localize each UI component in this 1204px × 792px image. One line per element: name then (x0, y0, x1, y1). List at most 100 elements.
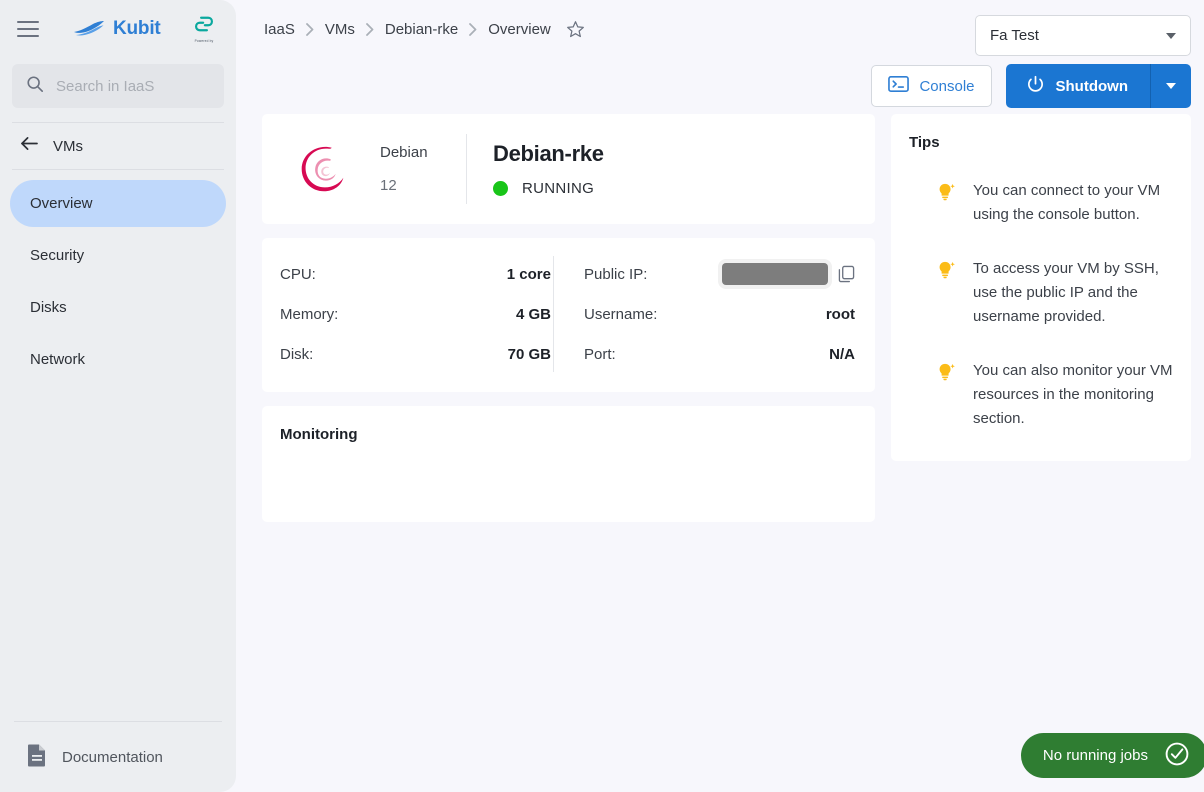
sidebar-item-disks[interactable]: Disks (10, 284, 226, 331)
lightbulb-icon (935, 179, 957, 227)
tips-title: Tips (909, 134, 940, 151)
monitoring-title: Monitoring (280, 426, 358, 443)
breadcrumb-item-overview[interactable]: Overview (488, 21, 551, 38)
chevron-down-icon (1166, 83, 1176, 89)
status-badge: RUNNING (493, 180, 604, 197)
partner-s-logo: Powered by (194, 14, 214, 43)
sidebar-footer: Documentation (0, 721, 236, 792)
spec-value: 70 GB (507, 345, 551, 363)
tip-item: To access your VM by SSH, use the public… (909, 257, 1173, 329)
spec-row-cpu: CPU: 1 core (280, 254, 553, 294)
sidebar-item-label: Security (30, 247, 85, 264)
action-bar: Console Shutdown (262, 58, 1191, 114)
check-circle-icon (1164, 741, 1190, 771)
spec-row-public-ip: Public IP: (584, 254, 857, 294)
chevron-right-icon (365, 22, 374, 36)
status-dot-icon (493, 181, 508, 196)
brand-name: Kubit (113, 18, 161, 39)
breadcrumb-item-vms[interactable]: VMs (325, 21, 355, 38)
search-input[interactable]: Search in IaaS (12, 64, 224, 108)
app-root: Kubit Powered by Search in IaaS VMs Over… (0, 0, 1204, 792)
right-column: Tips You can connect to your VM using th… (891, 114, 1191, 461)
search-icon (26, 75, 44, 98)
lightbulb-icon (935, 359, 957, 431)
search-placeholder: Search in IaaS (56, 77, 155, 95)
specs-column-left: CPU: 1 core Memory: 4 GB Disk: 70 GB (280, 254, 553, 374)
distro-version: 12 (380, 177, 397, 194)
tip-text: You can also monitor your VM resources i… (973, 362, 1173, 427)
terminal-icon (888, 75, 910, 97)
spec-value: 1 core (506, 265, 551, 283)
debian-swirl-logo (280, 138, 366, 200)
status-label: RUNNING (522, 180, 595, 197)
document-icon (26, 743, 48, 772)
tip-item: You can also monitor your VM resources i… (909, 359, 1173, 431)
spec-row-disk: Disk: 70 GB (280, 334, 553, 374)
breadcrumb-item-debian-rke[interactable]: Debian-rke (385, 21, 458, 38)
spec-key: Port: (584, 345, 616, 363)
documentation-link[interactable]: Documentation (0, 722, 236, 792)
tip-item: You can connect to your VM using the con… (909, 179, 1173, 227)
public-ip-redacted (722, 263, 828, 285)
sidebar-item-security[interactable]: Security (10, 232, 226, 279)
main-content: IaaS VMs Debian-rke Overview Fa Test Con… (236, 0, 1204, 792)
shutdown-dropdown-button[interactable] (1150, 64, 1191, 108)
sidebar: Kubit Powered by Search in IaaS VMs Over… (0, 0, 236, 792)
breadcrumb-item-iaas[interactable]: IaaS (264, 21, 295, 38)
specs-column-right: Public IP: Username: root Port: N/A (554, 254, 857, 374)
shutdown-button[interactable]: Shutdown (1005, 64, 1150, 108)
sidebar-item-label: Disks (30, 299, 67, 316)
vm-specs-card: CPU: 1 core Memory: 4 GB Disk: 70 GB Pub… (262, 238, 875, 392)
kubit-boat-logo (72, 17, 106, 42)
brand[interactable]: Kubit (72, 17, 161, 42)
spec-key: Username: (584, 305, 658, 323)
lightbulb-icon (935, 257, 957, 329)
sidebar-header: Kubit Powered by (0, 0, 236, 58)
monitoring-card: Monitoring (262, 406, 875, 522)
spec-key: Memory: (280, 305, 339, 323)
sidebar-nav: Overview Security Disks Network (0, 170, 236, 388)
back-to-vms-button[interactable]: VMs (0, 123, 236, 169)
vm-identity: Debian-rke RUNNING (467, 141, 604, 197)
tip-text: To access your VM by SSH, use the public… (973, 260, 1159, 325)
spec-key: Disk: (280, 345, 314, 363)
spec-value: root (825, 305, 855, 323)
spec-row-memory: Memory: 4 GB (280, 294, 553, 334)
page-title: Debian-rke (493, 141, 604, 166)
distro-name: Debian (380, 144, 428, 161)
spec-key: Public IP: (584, 265, 648, 283)
console-button[interactable]: Console (871, 65, 992, 107)
sidebar-item-network[interactable]: Network (10, 336, 226, 383)
sidebar-item-label: Overview (30, 195, 93, 212)
shutdown-button-group: Shutdown (1005, 64, 1191, 108)
spec-value: 4 GB (515, 305, 551, 323)
console-button-label: Console (919, 77, 975, 95)
spec-key: CPU: (280, 265, 316, 283)
tenant-select[interactable]: Fa Test (975, 15, 1191, 56)
arrow-left-icon (20, 136, 39, 156)
chevron-right-icon (469, 22, 477, 36)
left-column: Debian 12 Debian-rke RUNNING CPU: 1 core… (262, 114, 875, 522)
partner-logo-caption: Powered by (194, 39, 214, 44)
running-jobs-label: No running jobs (1042, 747, 1148, 764)
sidebar-item-overview[interactable]: Overview (10, 180, 226, 227)
tenant-select-value: Fa Test (990, 27, 1039, 44)
spec-value: N/A (829, 345, 855, 363)
spec-row-port: Port: N/A (584, 334, 857, 374)
hamburger-icon[interactable] (14, 15, 42, 43)
chevron-down-icon (1166, 32, 1176, 39)
tips-card: Tips You can connect to your VM using th… (891, 114, 1191, 461)
chevron-right-icon (305, 22, 314, 36)
running-jobs-status[interactable]: No running jobs (1020, 733, 1204, 778)
distro-meta: Debian 12 (366, 144, 466, 194)
back-label: VMs (53, 137, 83, 155)
star-outline-icon[interactable] (566, 20, 585, 39)
documentation-label: Documentation (62, 748, 163, 766)
spec-row-username: Username: root (584, 294, 857, 334)
sidebar-item-label: Network (30, 351, 86, 368)
shutdown-button-label: Shutdown (1055, 77, 1128, 95)
tip-text: You can connect to your VM using the con… (973, 182, 1161, 223)
copy-icon[interactable] (838, 265, 855, 283)
public-ip-value (722, 263, 855, 285)
vm-summary-card: Debian 12 Debian-rke RUNNING (262, 114, 875, 224)
